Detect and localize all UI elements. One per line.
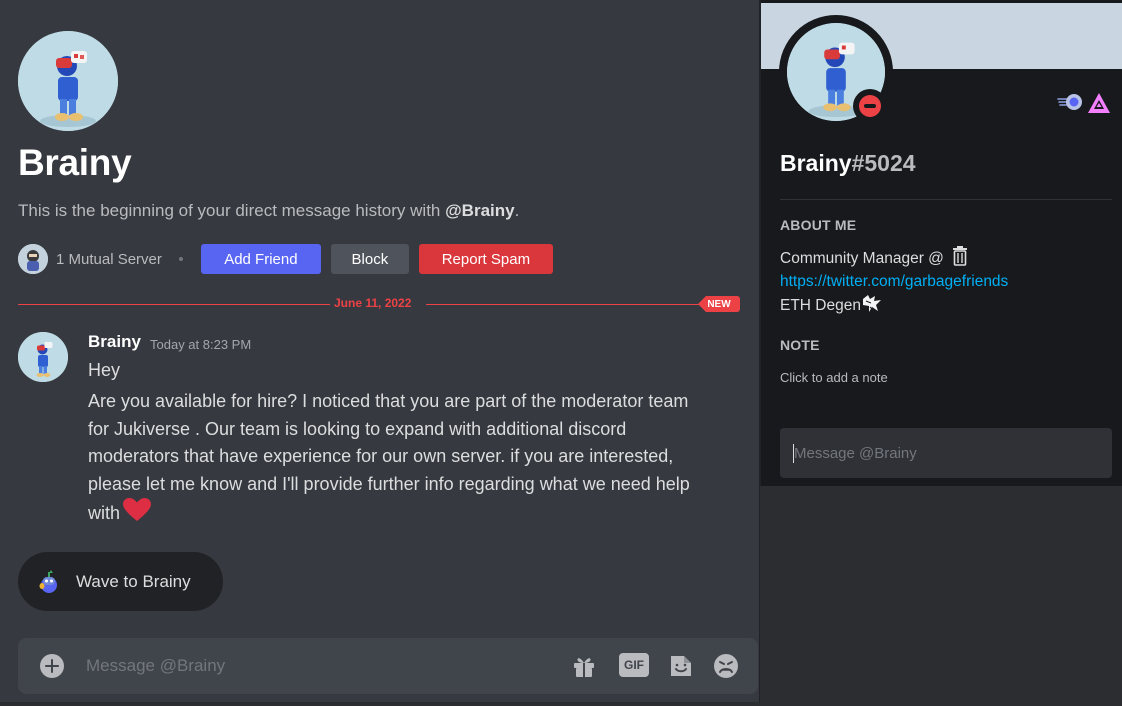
message-composer: GIF [18,638,758,694]
note-heading: NOTE [780,337,820,353]
about-line-3-text: ETH Degen [780,297,861,314]
emoji-icon[interactable] [712,652,740,680]
profile-username[interactable]: Brainy#5024 [780,150,916,177]
date-divider: June 11, 2022 NEW [18,295,740,313]
heart-icon [123,498,152,521]
gift-icon[interactable] [570,652,598,680]
intro-handle: @Brainy [445,201,515,220]
divider-line-right [426,304,702,305]
nitro-icon[interactable] [1087,92,1111,114]
wave-label: Wave to Brainy [76,571,191,591]
sticker-icon[interactable] [667,652,695,680]
message-timestamp: Today at 8:23 PM [150,337,252,352]
message-line: Hey [88,360,121,380]
about-line-3: ETH Degen [780,293,1008,317]
dm-intro-text: This is the beginning of your direct mes… [18,201,519,221]
gif-button[interactable]: GIF [619,653,649,677]
note-field[interactable]: Click to add a note [780,370,888,385]
divider-line-left [18,304,330,305]
profile-name: Brainy [780,150,852,176]
new-messages-badge[interactable]: NEW [698,296,740,312]
mutual-server-avatar-icon [18,244,48,274]
wumpus-icon [39,569,57,593]
about-line-2: https://twitter.com/garbagefriends [780,270,1008,293]
user-profile-panel: Brainy#5024 ABOUT ME Community Manager @… [760,0,1122,486]
wolf-icon [862,295,881,312]
message-body-text: Are you available for hire? I noticed th… [88,391,690,523]
dm-header-avatar[interactable] [18,31,118,131]
separator-dot [178,257,183,261]
message-author-avatar[interactable] [18,332,68,382]
profile-discriminator: #5024 [851,150,916,176]
intro-prefix: This is the beginning of your direct mes… [18,201,446,220]
author-avatar-illustration [18,332,68,382]
report-spam-button[interactable]: Report Spam [418,244,553,274]
dm-title: Brainy [18,142,132,183]
trash-icon [953,246,968,266]
dnd-status-icon [853,89,887,123]
about-line-1: Community Manager @ [780,246,1008,270]
attach-plus-button[interactable] [40,654,64,678]
mutual-servers-link[interactable]: 1 Mutual Server [56,251,162,268]
intro-suffix: . [514,201,520,220]
about-me-text: Community Manager @ https://twitter.com/… [780,246,1008,317]
about-twitter-link[interactable]: https://twitter.com/garbagefriends [780,273,1008,290]
add-friend-button[interactable]: Add Friend [200,244,321,274]
block-button[interactable]: Block [330,244,409,274]
dm-actions-row: 1 Mutual Server Add Friend Block Report … [18,244,563,274]
hypesquad-icon[interactable] [1057,92,1083,112]
divider-date: June 11, 2022 [334,296,412,310]
message-author[interactable]: Brainy [88,332,141,352]
wave-to-user-button[interactable]: Wave to Brainy [18,552,223,611]
profile-message-input[interactable] [780,428,1112,478]
avatar-illustration [18,31,118,131]
message-input[interactable] [86,653,536,679]
dm-chat-panel: Brainy This is the beginning of your dir… [0,0,760,702]
about-line-1-text: Community Manager @ [780,250,949,267]
profile-avatar-ring [779,15,893,129]
text-caret [793,444,794,463]
mutual-server-icon[interactable] [18,244,48,274]
about-me-heading: ABOUT ME [780,217,857,233]
message-body: Are you available for hire? I noticed th… [88,388,708,528]
profile-divider [780,199,1112,200]
